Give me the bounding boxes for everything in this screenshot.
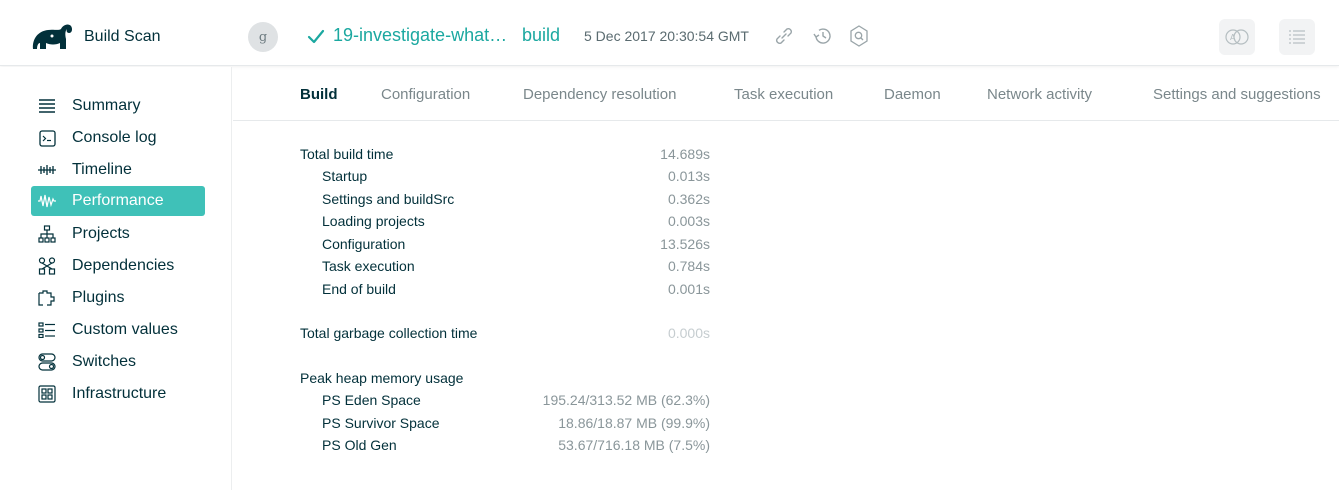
table-row: PS Survivor Space 18.86/18.87 MB (99.9%) (300, 413, 710, 435)
table-row: PS Eden Space 195.24/313.52 MB (62.3%) (300, 390, 710, 412)
row-label: PS Eden Space (322, 392, 421, 408)
sidebar-item-label: Projects (72, 225, 130, 242)
tab-network-activity[interactable]: Network activity (987, 86, 1092, 103)
performance-icon (38, 192, 56, 210)
table-row: Startup 0.013s (300, 166, 710, 188)
row-label: Configuration (322, 236, 406, 252)
total-build-time-row: Total build time 14.689s (300, 144, 710, 166)
tab-settings-and-suggestions[interactable]: Settings and suggestions (1153, 86, 1321, 103)
row-value: 53.67/716.18 MB (7.5%) (558, 437, 710, 453)
sidebar-item-label: Performance (72, 192, 164, 209)
sidebar-item-label: Switches (72, 353, 137, 370)
sidebar-item-console-log[interactable]: Console log (31, 123, 205, 153)
row-label: PS Survivor Space (322, 415, 440, 431)
svg-text:A: A (1230, 33, 1236, 42)
search-scan-icon[interactable] (847, 24, 871, 48)
row-value: 0.362s (667, 191, 710, 207)
build-task-label[interactable]: build (522, 25, 560, 46)
heap-usage-header: Peak heap memory usage (300, 368, 710, 390)
row-value: 0.001s (667, 281, 710, 297)
row-label: Startup (322, 168, 368, 184)
row-value: 14.689s (660, 146, 710, 162)
projects-icon (38, 225, 56, 243)
row-label: Loading projects (322, 213, 425, 229)
row-value: 0.000s (667, 325, 710, 341)
switches-icon (38, 353, 56, 371)
brand[interactable]: Build Scan (30, 20, 161, 54)
performance-tabs: Build Configuration Dependency resolutio… (233, 67, 1339, 121)
history-icon[interactable] (811, 24, 835, 48)
brand-title: Build Scan (84, 28, 161, 45)
sidebar-item-infrastructure[interactable]: Infrastructure (31, 379, 205, 409)
success-check-icon (307, 29, 325, 44)
compare-button[interactable]: A (1219, 19, 1255, 55)
avatar[interactable]: g (248, 22, 278, 52)
row-label: End of build (322, 281, 396, 297)
build-name-link[interactable]: 19-investigate-what… (333, 25, 507, 46)
sidebar-item-label: Summary (72, 97, 141, 114)
sidebar-item-summary[interactable]: Summary (31, 91, 205, 121)
row-value: 0.784s (667, 258, 710, 274)
table-row: PS Old Gen 53.67/716.18 MB (7.5%) (300, 435, 710, 457)
table-row: End of build 0.001s (300, 279, 710, 301)
row-value: 195.24/313.52 MB (62.3%) (542, 392, 710, 408)
sidebar-item-label: Console log (72, 129, 157, 146)
row-label: PS Old Gen (322, 437, 397, 453)
tab-daemon[interactable]: Daemon (884, 86, 941, 103)
row-label: Total build time (300, 146, 394, 162)
tab-task-execution[interactable]: Task execution (734, 86, 833, 103)
tab-configuration[interactable]: Configuration (381, 86, 470, 103)
tab-dependency-resolution[interactable]: Dependency resolution (523, 86, 676, 103)
gradle-elephant-icon (32, 24, 73, 49)
sidebar-item-switches[interactable]: Switches (31, 347, 205, 377)
link-icon[interactable] (772, 24, 796, 48)
tab-build[interactable]: Build (300, 86, 338, 103)
row-label: Task execution (322, 258, 415, 274)
dependencies-icon (38, 257, 56, 275)
row-value: 0.013s (667, 168, 710, 184)
list-view-button[interactable] (1279, 19, 1315, 55)
infrastructure-icon (38, 385, 56, 403)
sidebar-item-label: Timeline (72, 161, 132, 178)
row-label: Total garbage collection time (300, 325, 478, 341)
compare-icon: A (1225, 29, 1249, 45)
sidebar-item-timeline[interactable]: Timeline (31, 155, 205, 185)
row-value: 0.003s (667, 213, 710, 229)
sidebar-item-custom-values[interactable]: Custom values (31, 315, 205, 345)
build-timestamp: 5 Dec 2017 20:30:54 GMT (584, 28, 749, 44)
table-row: Settings and buildSrc 0.362s (300, 189, 710, 211)
plugins-icon (38, 289, 56, 307)
row-label: Settings and buildSrc (322, 191, 455, 207)
sidebar-item-label: Custom values (72, 321, 178, 338)
timeline-icon (38, 161, 56, 179)
sidebar-item-label: Plugins (72, 289, 125, 306)
sidebar-item-label: Infrastructure (72, 385, 167, 402)
sidebar-item-performance[interactable]: Performance (31, 186, 205, 216)
sidebar: Summary Console log Timeline Performance… (0, 67, 232, 490)
row-value: 13.526s (660, 236, 710, 252)
top-header: Build Scan g 19-investigate-what… build … (0, 0, 1339, 66)
gc-time-row: Total garbage collection time 0.000s (300, 323, 710, 345)
table-row: Task execution 0.784s (300, 256, 710, 278)
custom-values-icon (38, 321, 56, 339)
table-row: Loading projects 0.003s (300, 211, 710, 233)
list-icon (1289, 30, 1305, 44)
sidebar-item-projects[interactable]: Projects (31, 219, 205, 249)
sidebar-item-plugins[interactable]: Plugins (31, 283, 205, 313)
table-row: Configuration 13.526s (300, 234, 710, 256)
sidebar-item-label: Dependencies (72, 257, 175, 274)
sidebar-item-dependencies[interactable]: Dependencies (31, 251, 205, 281)
console-icon (38, 129, 56, 147)
summary-icon (38, 97, 56, 115)
row-value: 18.86/18.87 MB (99.9%) (558, 415, 710, 431)
row-label: Peak heap memory usage (300, 370, 464, 386)
